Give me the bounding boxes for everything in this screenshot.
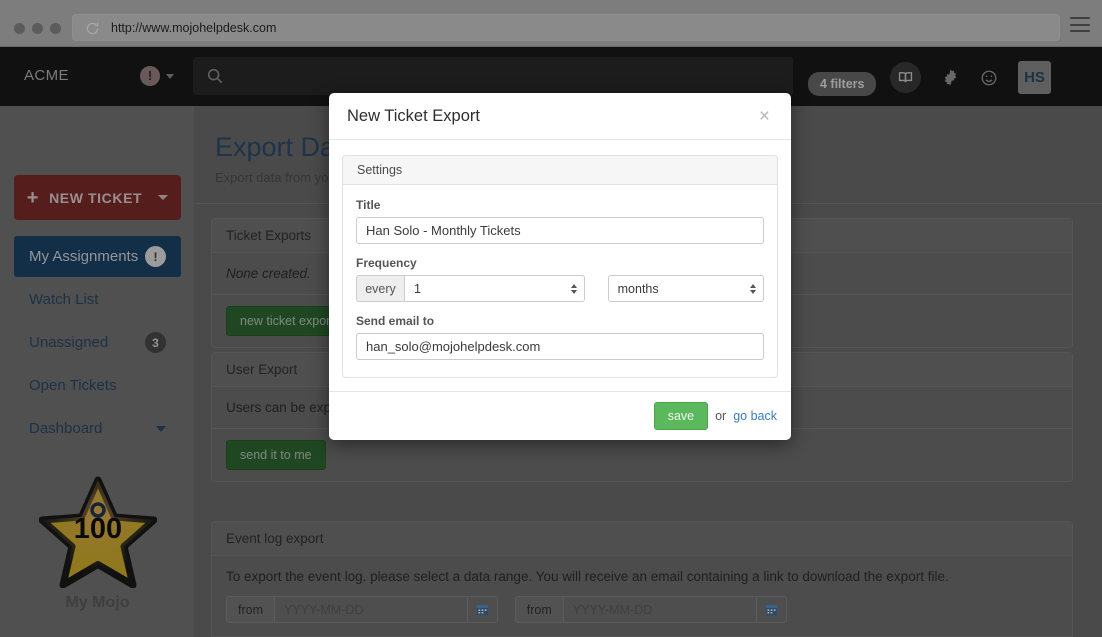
- frequency-unit-select[interactable]: months: [607, 275, 764, 302]
- modal-body: Settings Title Han Solo - Monthly Ticket…: [329, 140, 791, 391]
- go-back-link[interactable]: go back: [733, 409, 777, 423]
- settings-card: Settings Title Han Solo - Monthly Ticket…: [342, 155, 778, 378]
- settings-section-title: Settings: [343, 156, 777, 185]
- close-icon[interactable]: ×: [756, 105, 773, 128]
- stepper-icon[interactable]: [750, 283, 756, 294]
- frequency-unit-value: months: [617, 281, 659, 296]
- minimize-window-dot[interactable]: [32, 23, 43, 34]
- close-window-dot[interactable]: [14, 23, 25, 34]
- email-label: Send email to: [356, 314, 435, 328]
- frequency-count-select[interactable]: 1: [404, 275, 585, 302]
- frequency-count-group: every 1: [356, 275, 585, 302]
- frequency-prefix-label: every: [356, 275, 404, 302]
- hamburger-menu-icon[interactable]: [1070, 17, 1090, 32]
- app-viewport: ACME ! 4 filters HS + NEW TICKET My Assi…: [0, 47, 1102, 637]
- title-label: Title: [356, 198, 381, 212]
- frequency-unit-group: months: [607, 275, 764, 302]
- frequency-count-value: 1: [414, 281, 421, 296]
- window-controls[interactable]: [14, 23, 61, 34]
- modal-footer: save or go back: [329, 391, 791, 440]
- browser-window: http://www.mojohelpdesk.com ACME ! 4 fil…: [0, 0, 1102, 637]
- save-button[interactable]: save: [653, 402, 709, 430]
- browser-toolbar: http://www.mojohelpdesk.com: [0, 0, 1102, 47]
- reload-icon[interactable]: [84, 20, 101, 37]
- modal-title: New Ticket Export: [347, 106, 480, 125]
- title-field-group: Title Han Solo - Monthly Tickets: [356, 198, 764, 244]
- frequency-row: every 1 months: [356, 275, 764, 302]
- new-ticket-export-modal: New Ticket Export × Settings Title Han S…: [329, 93, 791, 440]
- or-label: or: [715, 409, 727, 423]
- frequency-field-group: Frequency every 1 months: [356, 256, 764, 302]
- title-input[interactable]: Han Solo - Monthly Tickets: [356, 217, 764, 244]
- address-bar[interactable]: http://www.mojohelpdesk.com: [72, 14, 1060, 41]
- settings-form: Title Han Solo - Monthly Tickets Frequen…: [343, 185, 777, 377]
- email-field-group: Send email to han_solo@mojohelpdesk.com: [356, 314, 764, 360]
- url-text: http://www.mojohelpdesk.com: [111, 21, 277, 35]
- frequency-label: Frequency: [356, 256, 417, 270]
- modal-header: New Ticket Export ×: [329, 93, 791, 140]
- maximize-window-dot[interactable]: [50, 23, 61, 34]
- email-input[interactable]: han_solo@mojohelpdesk.com: [356, 333, 764, 360]
- stepper-icon[interactable]: [570, 283, 577, 294]
